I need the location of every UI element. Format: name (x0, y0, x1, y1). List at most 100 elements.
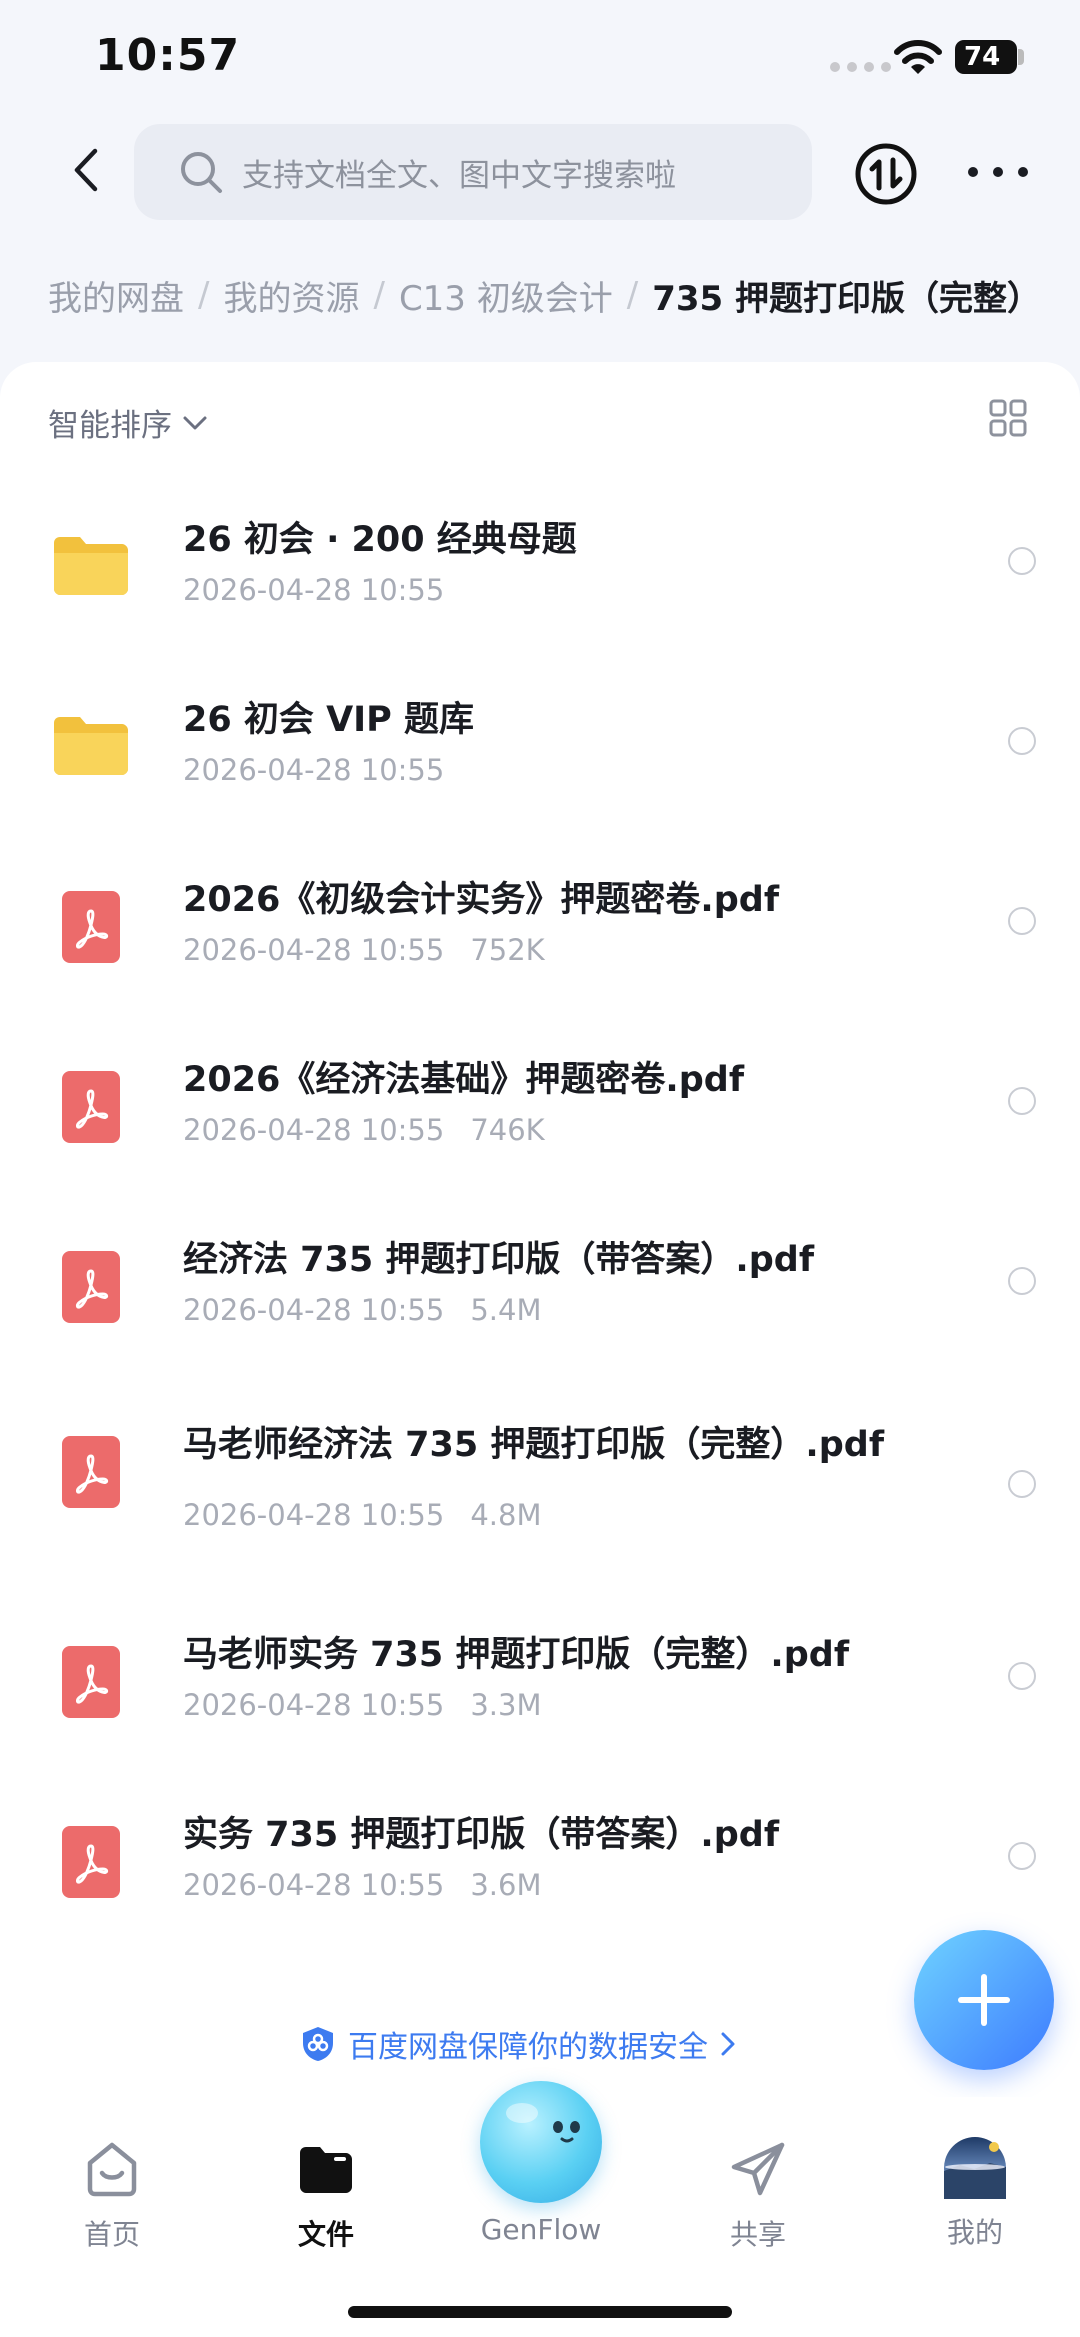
add-button[interactable] (914, 1930, 1054, 2070)
nav-genflow-label[interactable]: GenFlow (460, 2213, 622, 2246)
home-icon (87, 2142, 137, 2197)
list-item[interactable]: 实务 735 押题打印版（带答案）.pdf 2026-04-28 10:55 3.6… (0, 1800, 1080, 1950)
genflow-mascot-icon[interactable] (480, 2081, 602, 2203)
transfer-icon[interactable] (854, 142, 918, 206)
paper-plane-icon (731, 2142, 785, 2196)
battery-cap (1018, 49, 1024, 65)
list-item[interactable]: 26 初会 · 200 经典母题 2026-04-28 10:55 (0, 505, 1080, 655)
status-bar: 10:57 74 (0, 0, 1080, 120)
pdf-icon (50, 1640, 132, 1722)
list-item[interactable]: 2026《经济法基础》押题密卷.pdf 2026-04-28 10:55 746K (0, 1045, 1080, 1195)
file-size: 4.8M (470, 1498, 542, 1532)
nav-files[interactable]: 文件 (256, 2137, 396, 2253)
file-name: 马老师经济法 735 押题打印版（完整）.pdf (183, 1425, 885, 1465)
breadcrumb-separator: / (373, 275, 385, 315)
avatar (944, 2137, 1006, 2199)
genflow-face-icon (506, 2103, 580, 2143)
file-name: 26 初会 VIP 题库 (183, 700, 475, 740)
list-item[interactable]: 马老师经济法 735 押题打印版（完整）.pdf 2026-04-28 10:55… (0, 1410, 1080, 1560)
file-meta: 2026-04-28 10:55 4.8M (183, 1498, 541, 1532)
security-notice-link[interactable]: 百度网盘保障你的数据安全 (300, 2022, 736, 2066)
back-button[interactable] (58, 138, 114, 202)
search-icon (181, 152, 222, 193)
pdf-icon (50, 885, 132, 967)
select-checkbox[interactable] (1008, 727, 1036, 755)
select-checkbox[interactable] (1008, 1662, 1036, 1690)
file-size: 3.3M (470, 1688, 542, 1722)
file-date: 2026-04-28 10:55 (183, 1498, 445, 1532)
folder-icon (50, 705, 132, 787)
file-name: 马老师实务 735 押题打印版（完整）.pdf (183, 1635, 850, 1675)
file-meta: 2026-04-28 10:55 (183, 753, 444, 787)
breadcrumb-separator: / (198, 275, 210, 315)
folder-icon (300, 2147, 352, 2193)
file-name: 26 初会 · 200 经典母题 (183, 520, 577, 560)
breadcrumb-separator: / (626, 275, 639, 315)
file-date: 2026-04-28 10:55 (183, 753, 445, 787)
list-item[interactable]: 马老师实务 735 押题打印版（完整）.pdf 2026-04-28 10:55 3… (0, 1620, 1080, 1770)
file-date: 2026-04-28 10:55 (183, 573, 445, 607)
file-name: 实务 735 押题打印版（带答案）.pdf (183, 1815, 780, 1855)
bottom-navigation: 首页 文件 GenFlow 共享 我的 (0, 2081, 1080, 2337)
home-indicator (348, 2306, 732, 2318)
nav-mine-label: 我的 (946, 2216, 1003, 2249)
breadcrumb: 我的网盘 / 我的资源 / C13 初级会计 / 735 押题打印版（完整） (48, 270, 1078, 320)
avatar-landscape-icon (944, 2142, 1006, 2199)
breadcrumb-current: 735 押题打印版（完整） (652, 278, 1042, 319)
pdf-icon (50, 1245, 132, 1327)
file-date: 2026-04-28 10:55 (183, 1688, 445, 1722)
file-date: 2026-04-28 10:55 (183, 933, 445, 967)
list-item[interactable]: 26 初会 VIP 题库 2026-04-28 10:55 (0, 685, 1080, 835)
select-checkbox[interactable] (1008, 1267, 1036, 1295)
grid-view-icon[interactable] (988, 398, 1028, 438)
file-name: 2026《初级会计实务》押题密卷.pdf (183, 880, 780, 920)
list-item[interactable]: 经济法 735 押题打印版（带答案）.pdf 2026-04-28 10:55 5.… (0, 1225, 1080, 1375)
file-size: 5.4M (470, 1293, 542, 1327)
pdf-icon (50, 1065, 132, 1147)
search-placeholder: 支持文档全文、图中文字搜索啦 (242, 157, 676, 194)
status-time: 10:57 (95, 30, 241, 81)
security-notice-text: 百度网盘保障你的数据安全 (348, 2030, 708, 2065)
more-options-icon[interactable] (968, 150, 1028, 194)
nav-mine[interactable]: 我的 (905, 2137, 1045, 2251)
breadcrumb-item[interactable]: 我的网盘 (48, 271, 184, 320)
folder-icon (50, 525, 132, 607)
file-size: 752K (470, 933, 545, 967)
file-date: 2026-04-28 10:55 (183, 1113, 445, 1147)
pdf-icon (50, 1430, 132, 1512)
battery-indicator: 74 (955, 40, 1017, 74)
wifi-icon (894, 40, 942, 74)
file-name: 2026《经济法基础》押题密卷.pdf (183, 1060, 745, 1100)
shield-icon (303, 2027, 333, 2061)
file-meta: 2026-04-28 10:55 3.6M (183, 1868, 541, 1902)
breadcrumb-item[interactable]: 我的资源 (223, 271, 359, 320)
nav-share[interactable]: 共享 (688, 2137, 828, 2253)
chevron-down-icon (183, 416, 207, 429)
pdf-icon (50, 1820, 132, 1902)
nav-files-label: 文件 (297, 2218, 354, 2251)
nav-home[interactable]: 首页 (42, 2137, 182, 2253)
file-size: 3.6M (470, 1868, 542, 1902)
select-checkbox[interactable] (1008, 1087, 1036, 1115)
file-date: 2026-04-28 10:55 (183, 1868, 445, 1902)
select-checkbox[interactable] (1008, 1470, 1036, 1498)
search-input[interactable]: 支持文档全文、图中文字搜索啦 (134, 124, 812, 220)
nav-home-label: 首页 (83, 2218, 140, 2251)
chevron-left-icon (74, 148, 98, 192)
nav-share-label: 共享 (729, 2218, 786, 2251)
select-checkbox[interactable] (1008, 907, 1036, 935)
sort-dropdown[interactable]: 智能排序 (48, 400, 208, 445)
plus-icon (958, 1974, 1010, 2026)
file-name: 经济法 735 押题打印版（带答案）.pdf (183, 1240, 815, 1280)
file-meta: 2026-04-28 10:55 3.3M (183, 1688, 541, 1722)
breadcrumb-item[interactable]: C13 初级会计 (399, 271, 613, 320)
select-checkbox[interactable] (1008, 1842, 1036, 1870)
sort-label: 智能排序 (48, 408, 172, 444)
file-meta: 2026-04-28 10:55 (183, 573, 444, 607)
cellular-signal-icon (830, 62, 891, 72)
select-checkbox[interactable] (1008, 547, 1036, 575)
file-meta: 2026-04-28 10:55 746K (183, 1113, 545, 1147)
file-meta: 2026-04-28 10:55 752K (183, 933, 545, 967)
file-size: 746K (470, 1113, 545, 1147)
list-item[interactable]: 2026《初级会计实务》押题密卷.pdf 2026-04-28 10:55 752K (0, 865, 1080, 1015)
